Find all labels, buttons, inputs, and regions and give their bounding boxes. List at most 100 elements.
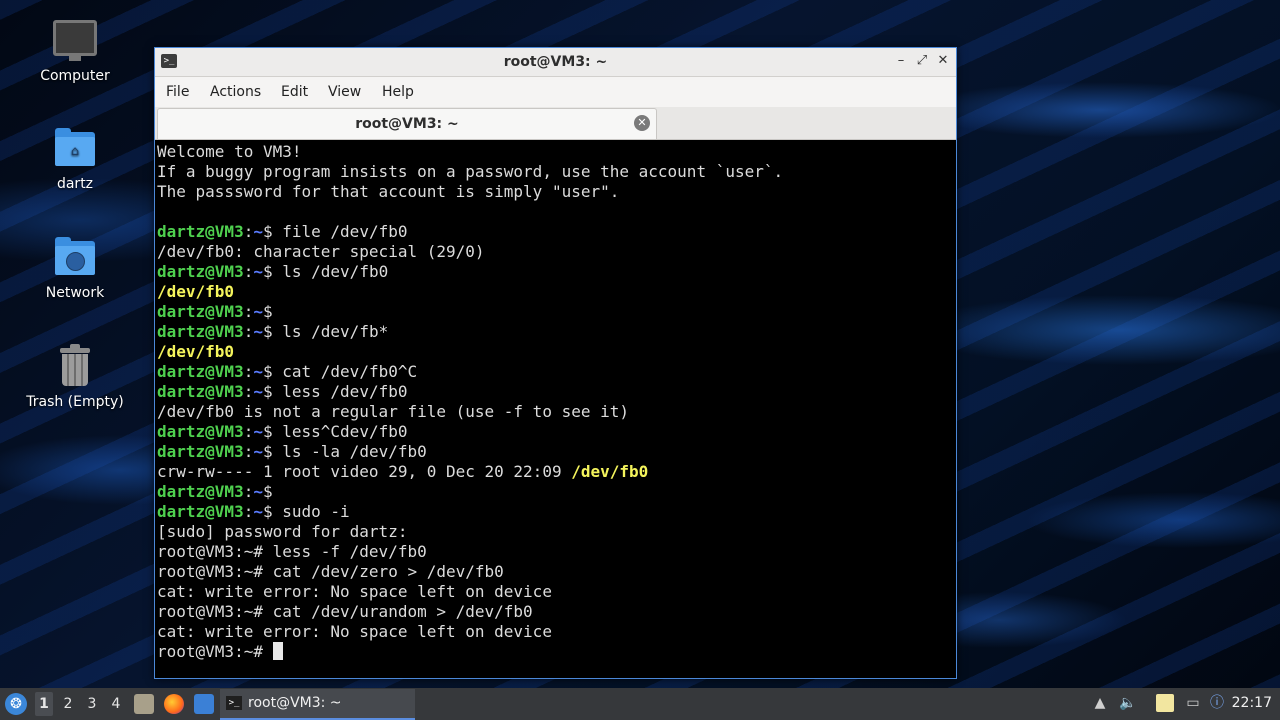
desktop-icon-home-folder[interactable]: ⌂ dartz bbox=[20, 124, 130, 192]
start-menu-icon[interactable]: ❂ bbox=[5, 693, 27, 715]
tab-close-icon[interactable]: ✕ bbox=[634, 115, 650, 131]
updates-icon[interactable]: ⓘ bbox=[1208, 694, 1226, 712]
workspace-2[interactable]: 2 bbox=[59, 696, 77, 712]
terminal-text: dartz@VM3 bbox=[157, 502, 244, 521]
terminal-cursor bbox=[272, 642, 283, 660]
terminal-line: /dev/fb0: character special (29/0) bbox=[157, 242, 952, 262]
home-folder-icon: ⌂ bbox=[51, 124, 99, 172]
terminal-text: dartz@VM3 bbox=[157, 382, 244, 401]
desktop-icon-trash[interactable]: Trash (Empty) bbox=[20, 342, 130, 410]
minimize-button[interactable]: – bbox=[892, 52, 910, 70]
terminal-text: $ cat /dev/fb0^C bbox=[262, 362, 418, 381]
terminal-line: dartz@VM3:~$ bbox=[157, 482, 952, 502]
terminal-text: cat: write error: No space left on devic… bbox=[157, 622, 552, 641]
workspace-1[interactable]: 1 bbox=[35, 692, 53, 716]
desktop-icon-network[interactable]: Network bbox=[20, 233, 130, 301]
taskbar-task-terminal[interactable]: >_ root@VM3: ~ bbox=[220, 689, 415, 720]
terminal-line: dartz@VM3:~$ file /dev/fb0 bbox=[157, 222, 952, 242]
taskbar: ❂ 1 2 3 4 >_ root@VM3: ~ ▲ 🔈 ▭ ⓘ 22:17 bbox=[0, 688, 1280, 720]
terminal-text: : bbox=[243, 502, 254, 521]
terminal-text: crw-rw---- 1 root video 29, 0 Dec 20 22:… bbox=[157, 462, 572, 481]
terminal-text: : bbox=[243, 302, 254, 321]
window-titlebar[interactable]: >_ root@VM3: ~ – ⤢ ✕ bbox=[155, 48, 956, 77]
menu-actions[interactable]: Actions bbox=[210, 84, 261, 100]
menu-bar: File Actions Edit View Help bbox=[155, 77, 956, 107]
terminal-text: dartz@VM3 bbox=[157, 422, 244, 441]
terminal-text: : bbox=[243, 362, 254, 381]
volume-icon[interactable]: 🔈 bbox=[1119, 694, 1137, 712]
terminal-text: $ ls /dev/fb0 bbox=[262, 262, 389, 281]
terminal-text: cat: write error: No space left on devic… bbox=[157, 582, 552, 601]
terminal-text: ~ bbox=[253, 322, 263, 341]
bell-icon[interactable]: ▲ bbox=[1091, 694, 1109, 712]
desktop-icon-computer[interactable]: Computer bbox=[20, 16, 130, 84]
terminal-line: dartz@VM3:~$ sudo -i bbox=[157, 502, 952, 522]
terminal-text: /dev/fb0 bbox=[157, 342, 235, 361]
terminal-line: Welcome to VM3! bbox=[157, 142, 952, 162]
terminal-text: Welcome to VM3! bbox=[157, 142, 302, 161]
terminal-text: ~ bbox=[253, 262, 263, 281]
terminal-line: [sudo] password for dartz: bbox=[157, 522, 952, 542]
terminal-line: cat: write error: No space left on devic… bbox=[157, 622, 952, 642]
menu-view[interactable]: View bbox=[328, 84, 361, 100]
terminal-text: ~ bbox=[253, 302, 263, 321]
terminal-text: ~ bbox=[253, 422, 263, 441]
terminal-text: $ ls -la /dev/fb0 bbox=[262, 442, 427, 461]
tab-terminal[interactable]: root@VM3: ~ ✕ bbox=[157, 108, 657, 139]
terminal-line: /dev/fb0 is not a regular file (use -f t… bbox=[157, 402, 952, 422]
terminal-text: dartz@VM3 bbox=[157, 362, 244, 381]
desktop-background: Computer ⌂ dartz Network Trash (Empty) >… bbox=[0, 0, 1280, 720]
network-folder-icon bbox=[51, 233, 99, 281]
terminal-line: /dev/fb0 bbox=[157, 342, 952, 362]
files-icon[interactable] bbox=[134, 694, 154, 714]
terminal-text: $ sudo -i bbox=[262, 502, 350, 521]
terminal-text: : bbox=[243, 482, 254, 501]
workspace-3[interactable]: 3 bbox=[83, 696, 101, 712]
desktop-icon[interactable] bbox=[194, 694, 214, 714]
trash-icon bbox=[51, 342, 99, 390]
maximize-button[interactable]: ⤢ bbox=[913, 52, 931, 70]
terminal-text: $ less^Cdev/fb0 bbox=[262, 422, 408, 441]
terminal-line: root@VM3:~# less -f /dev/fb0 bbox=[157, 542, 952, 562]
terminal-line: dartz@VM3:~$ less /dev/fb0 bbox=[157, 382, 952, 402]
computer-icon bbox=[51, 16, 99, 64]
terminal-line: crw-rw---- 1 root video 29, 0 Dec 20 22:… bbox=[157, 462, 952, 482]
tab-label: root@VM3: ~ bbox=[355, 116, 459, 132]
terminal-line: dartz@VM3:~$ ls /dev/fb0 bbox=[157, 262, 952, 282]
terminal-text: ~ bbox=[253, 222, 263, 241]
network-icon[interactable]: ▭ bbox=[1184, 694, 1202, 712]
menu-help[interactable]: Help bbox=[382, 84, 414, 100]
firefox-icon[interactable] bbox=[164, 694, 184, 714]
terminal-line: dartz@VM3:~$ ls -la /dev/fb0 bbox=[157, 442, 952, 462]
task-label: root@VM3: ~ bbox=[248, 695, 342, 711]
terminal-text: root@VM3:~# cat /dev/zero > /dev/fb0 bbox=[157, 562, 504, 581]
terminal-text: /dev/fb0 bbox=[571, 462, 649, 481]
terminal-output[interactable]: Welcome to VM3! If a buggy program insist… bbox=[157, 142, 952, 674]
terminal-text: /dev/fb0: character special (29/0) bbox=[157, 242, 485, 261]
desktop-icon-label: Computer bbox=[40, 68, 110, 84]
terminal-text: ~ bbox=[253, 382, 263, 401]
terminal-text: $ file /dev/fb0 bbox=[262, 222, 408, 241]
terminal-line: root@VM3:~# bbox=[157, 642, 952, 662]
terminal-text: root@VM3:~# cat /dev/urandom > /dev/fb0 bbox=[157, 602, 533, 621]
close-button[interactable]: ✕ bbox=[934, 52, 952, 70]
menu-file[interactable]: File bbox=[166, 84, 189, 100]
terminal-text: : bbox=[243, 422, 254, 441]
terminal-text: /dev/fb0 bbox=[157, 282, 235, 301]
terminal-text: The passsword for that account is simply… bbox=[157, 182, 620, 201]
desktop-icon-label: dartz bbox=[56, 176, 94, 192]
terminal-line: If a buggy program insists on a password… bbox=[157, 162, 952, 182]
terminal-text: [sudo] password for dartz: bbox=[157, 522, 408, 541]
terminal-icon: >_ bbox=[226, 696, 242, 710]
clock[interactable]: 22:17 bbox=[1232, 695, 1272, 711]
terminal-line: /dev/fb0 bbox=[157, 282, 952, 302]
workspace-4[interactable]: 4 bbox=[107, 696, 125, 712]
terminal-window: >_ root@VM3: ~ – ⤢ ✕ File Actions Edit V… bbox=[154, 47, 957, 679]
menu-edit[interactable]: Edit bbox=[281, 84, 308, 100]
desktop-icon-label: Trash (Empty) bbox=[26, 394, 124, 410]
clipboard-icon[interactable] bbox=[1156, 694, 1174, 712]
terminal-text: If a buggy program insists on a password… bbox=[157, 162, 784, 181]
terminal-text: ~ bbox=[253, 442, 263, 461]
terminal-text: $ ls /dev/fb* bbox=[262, 322, 389, 341]
